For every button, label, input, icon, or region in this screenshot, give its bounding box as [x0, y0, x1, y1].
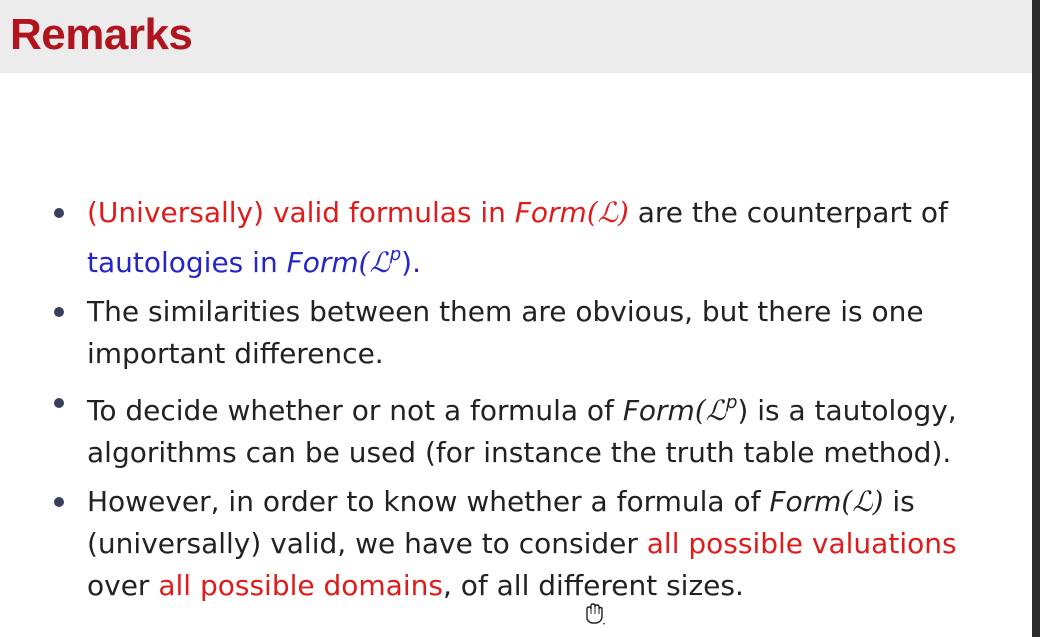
bullet-dot	[54, 398, 64, 408]
title-bar: Remarks	[0, 0, 1032, 73]
bullet-text: over	[87, 569, 159, 602]
superscript-p: p	[725, 392, 738, 413]
bullet-text: are the counterpart of	[628, 196, 948, 229]
bullet-text: However, in order to know whether a form…	[87, 485, 770, 518]
highlight-blue-text: tautologies in	[87, 246, 287, 279]
slide-title: Remarks	[10, 10, 193, 59]
math-L: (ℒ)	[586, 196, 629, 229]
form-italic: Form	[514, 196, 587, 229]
form-italic: Form	[286, 246, 359, 279]
highlight-red-text: (Universally) valid formulas in	[87, 196, 515, 229]
bullet-list: (Universally) valid formulas in Form(ℒ) …	[50, 192, 980, 614]
math-L: (ℒ)	[841, 485, 884, 518]
highlight-red-text: all possible valuations	[646, 527, 957, 560]
hand-cursor-icon	[586, 603, 605, 625]
form-italic: Form	[769, 485, 842, 518]
bullet-item-4: However, in order to know whether a form…	[50, 481, 980, 607]
bullet-item-2: The similarities between them are obviou…	[50, 291, 980, 375]
superscript-p: p	[389, 244, 402, 265]
bullet-dot	[54, 497, 64, 507]
bullet-item-1: (Universally) valid formulas in Form(ℒ) …	[50, 192, 980, 284]
bullet-text: , of all different sizes.	[442, 569, 744, 602]
form-italic: Form	[622, 394, 695, 427]
window-edge	[1032, 0, 1040, 637]
bullet-text: ).	[401, 246, 421, 279]
bullet-text: To decide whether or not a formula of	[87, 394, 623, 427]
math-L: (ℒ	[358, 246, 390, 279]
bullet-text: The similarities between them are obviou…	[87, 295, 924, 370]
bullet-item-3: To decide whether or not a formula of Fo…	[50, 382, 980, 474]
bullet-text: )	[737, 394, 749, 427]
math-L: (ℒ	[694, 394, 726, 427]
highlight-red-text: all possible domains	[158, 569, 443, 602]
bullet-dot	[54, 307, 64, 317]
bullet-dot	[54, 208, 64, 218]
